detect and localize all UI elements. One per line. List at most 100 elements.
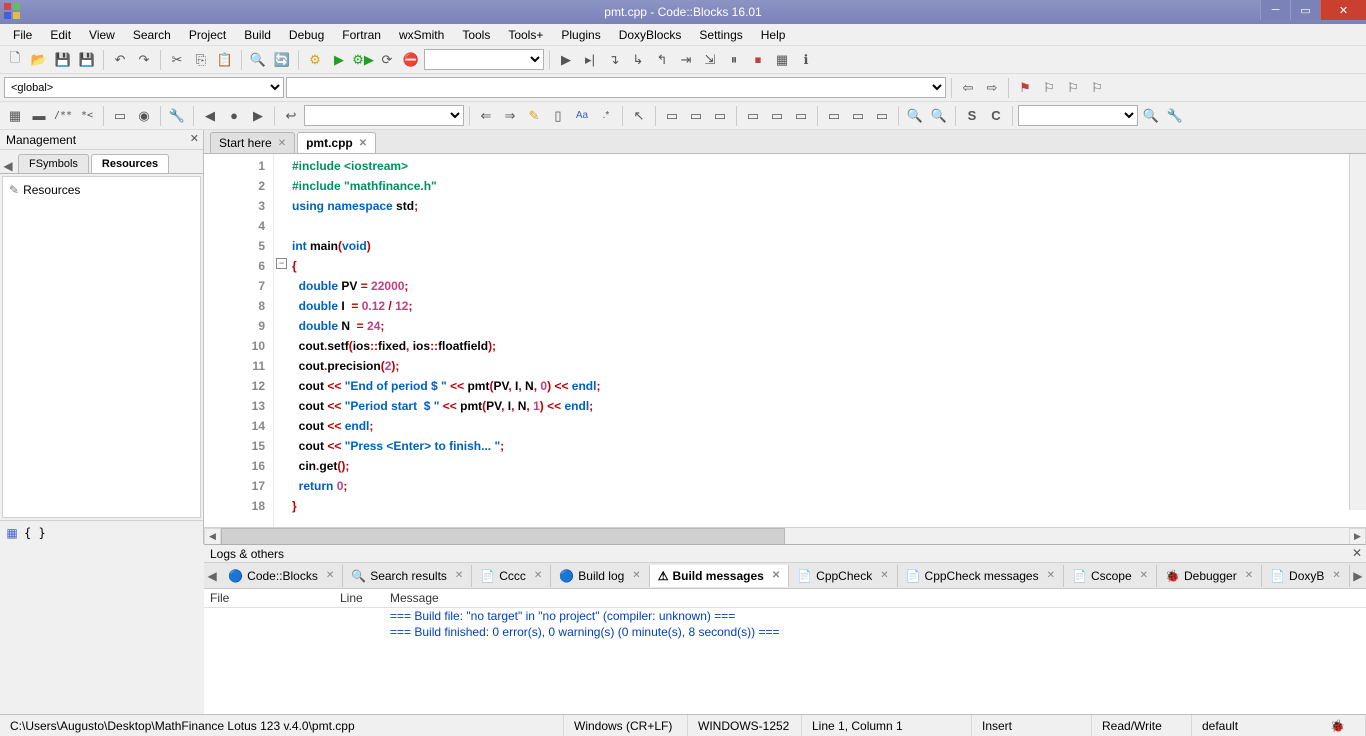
zoom-out-icon[interactable]: 🔍	[928, 105, 950, 127]
selection-icon[interactable]: ▯	[547, 105, 569, 127]
menu-doxyblocks[interactable]: DoxyBlocks	[610, 25, 691, 45]
bookmark-clear-icon[interactable]: ⚐	[1086, 77, 1108, 99]
minimize-button[interactable]: ─	[1260, 0, 1290, 20]
doxy-block-icon[interactable]: ▦	[4, 105, 26, 127]
run-doxy-icon[interactable]: ▭	[109, 105, 131, 127]
zoom-in-icon[interactable]: 🔍	[904, 105, 926, 127]
mgmt-tab-fsymbols[interactable]: FSymbols	[18, 154, 89, 173]
management-tree[interactable]: ✎ Resources	[2, 176, 201, 518]
tab-close-icon[interactable]: ✕	[1332, 570, 1340, 581]
paste-icon[interactable]: 📋	[214, 49, 236, 71]
undo-icon[interactable]: ↶	[109, 49, 131, 71]
step-into-instr-icon[interactable]: ⇲	[699, 49, 721, 71]
tab-close-icon[interactable]: ✕	[632, 570, 640, 581]
mgmt-tab-left-icon[interactable]: ◀	[0, 159, 16, 173]
menu-tools[interactable]: Tools	[453, 25, 499, 45]
logs-tab-codeblocks[interactable]: 🔵Code::Blocks✕	[220, 565, 343, 587]
logs-tab-searchresults[interactable]: 🔍Search results✕	[343, 565, 472, 587]
box2-icon[interactable]: ▭	[685, 105, 707, 127]
scroll-thumb[interactable]	[221, 528, 785, 545]
debug-windows-icon[interactable]: ▦	[771, 49, 793, 71]
cut-icon[interactable]: ✂	[166, 49, 188, 71]
s-icon[interactable]: S	[961, 105, 983, 127]
tab-close-icon[interactable]: ✕	[455, 570, 463, 581]
html-doc-icon[interactable]: ◉	[133, 105, 155, 127]
tab-close-icon[interactable]: ✕	[1140, 570, 1148, 581]
menu-plugins[interactable]: Plugins	[552, 25, 609, 45]
highlight-icon[interactable]: ✎	[523, 105, 545, 127]
logs-tab-left-icon[interactable]: ◀	[204, 569, 220, 583]
small-search-icon[interactable]: 🔍	[1140, 105, 1162, 127]
menu-wxsmith[interactable]: wxSmith	[390, 25, 453, 45]
box6-icon[interactable]: ▭	[790, 105, 812, 127]
code-text[interactable]: #include <iostream>#include "mathfinance…	[292, 154, 1366, 527]
editor-tab[interactable]: pmt.cpp✕	[297, 132, 376, 153]
fold-column[interactable]: −	[274, 154, 292, 527]
small-wrench-icon[interactable]: 🔧	[1164, 105, 1186, 127]
logs-tab-cppcheckmessages[interactable]: 📄CppCheck messages✕	[898, 565, 1064, 587]
box1-icon[interactable]: ▭	[661, 105, 683, 127]
build-icon[interactable]: ⚙	[304, 49, 326, 71]
bookmark-toggle-icon[interactable]: ⚑	[1014, 77, 1036, 99]
maximize-button[interactable]: ▭	[1290, 0, 1320, 20]
box5-icon[interactable]: ▭	[766, 105, 788, 127]
logs-tab-debugger[interactable]: 🐞Debugger✕	[1157, 565, 1262, 587]
box4-icon[interactable]: ▭	[742, 105, 764, 127]
horizontal-scrollbar[interactable]: ◀ ▶	[204, 527, 1366, 544]
scroll-left-icon[interactable]: ◀	[204, 528, 221, 545]
logs-tab-cppcheck[interactable]: 📄CppCheck✕	[789, 565, 897, 587]
save-all-icon[interactable]: 💾	[76, 49, 98, 71]
logs-close-icon[interactable]: ✕	[1352, 546, 1362, 560]
comment2-icon[interactable]: *<	[76, 105, 98, 127]
build-target-select[interactable]	[424, 49, 544, 70]
run-icon[interactable]: ▶	[328, 49, 350, 71]
menu-view[interactable]: View	[80, 25, 124, 45]
logs-body[interactable]: File Line Message === Build file: "no ta…	[204, 589, 1366, 714]
run-to-cursor-icon[interactable]: ▸|	[579, 49, 601, 71]
bookmark-prev-icon[interactable]: ⚐	[1038, 77, 1060, 99]
next-line-icon[interactable]: ↴	[603, 49, 625, 71]
rebuild-icon[interactable]: ⟳	[376, 49, 398, 71]
menu-help[interactable]: Help	[752, 25, 795, 45]
menu-edit[interactable]: Edit	[41, 25, 80, 45]
logs-tab-doxyb[interactable]: 📄DoxyB✕	[1262, 565, 1350, 587]
new-file-icon[interactable]: 🗋	[4, 49, 26, 71]
tab-close-icon[interactable]: ✕	[359, 138, 367, 149]
next-func-icon[interactable]: ⇒	[499, 105, 521, 127]
logs-tab-buildlog[interactable]: 🔵Build log✕	[551, 565, 649, 587]
mgmt-tab-resources[interactable]: Resources	[91, 154, 169, 173]
menu-debug[interactable]: Debug	[280, 25, 333, 45]
stop-debug-icon[interactable]: ⏹	[747, 49, 769, 71]
abort-icon[interactable]: ⛔	[400, 49, 422, 71]
box8-icon[interactable]: ▭	[847, 105, 869, 127]
doxy-line-icon[interactable]: ▬	[28, 105, 50, 127]
box7-icon[interactable]: ▭	[823, 105, 845, 127]
jump-back-icon[interactable]: ⇦	[957, 77, 979, 99]
tab-close-icon[interactable]: ✕	[326, 570, 334, 581]
code-area[interactable]: 123456789101112131415161718 − #include <…	[204, 154, 1366, 527]
logs-tab-cccc[interactable]: 📄Cccc✕	[472, 565, 551, 587]
bookmark-next-icon[interactable]: ⚐	[1062, 77, 1084, 99]
menu-search[interactable]: Search	[124, 25, 180, 45]
open-file-icon[interactable]: 📂	[28, 49, 50, 71]
log-row[interactable]: === Build file: "no target" in "no proje…	[204, 608, 1366, 624]
last-jump-icon[interactable]: ↩	[280, 105, 302, 127]
c-icon[interactable]: C	[985, 105, 1007, 127]
menu-fortran[interactable]: Fortran	[333, 25, 390, 45]
jump-fwd-icon[interactable]: ⇨	[981, 77, 1003, 99]
editor-tab[interactable]: Start here✕	[210, 132, 295, 153]
menu-tools+[interactable]: Tools+	[499, 25, 552, 45]
bug-icon[interactable]: 🐞	[1330, 719, 1345, 733]
symbol-select[interactable]	[286, 77, 946, 98]
extra-select[interactable]	[1018, 105, 1138, 126]
menu-file[interactable]: File	[4, 25, 41, 45]
match-case-icon[interactable]: Aa	[571, 105, 593, 127]
replace-icon[interactable]: 🔄	[271, 49, 293, 71]
log-row[interactable]: === Build finished: 0 error(s), 0 warnin…	[204, 624, 1366, 640]
copy-icon[interactable]: ⎘	[190, 49, 212, 71]
box3-icon[interactable]: ▭	[709, 105, 731, 127]
save-icon[interactable]: 💾	[52, 49, 74, 71]
tab-close-icon[interactable]: ✕	[1245, 570, 1253, 581]
comment-icon[interactable]: /**	[52, 105, 74, 127]
logs-tab-right-icon[interactable]: ▶	[1350, 569, 1366, 583]
